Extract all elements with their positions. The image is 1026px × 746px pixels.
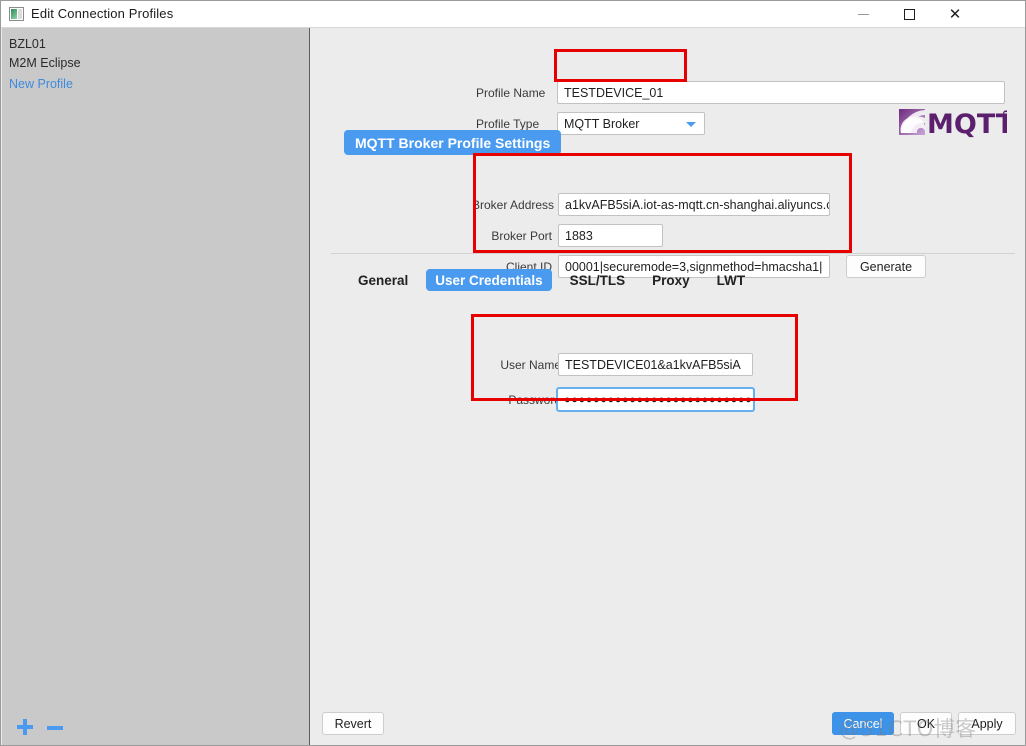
maximize-button[interactable]	[886, 1, 932, 27]
profile-type-select[interactable]: MQTT Broker	[557, 112, 705, 135]
plus-icon[interactable]	[16, 718, 34, 736]
broker-port-input[interactable]: 1883	[558, 224, 663, 247]
tab-ssl-tls[interactable]: SSL/TLS	[561, 269, 635, 291]
tab-user-credentials[interactable]: User Credentials	[426, 269, 552, 291]
password-label: Password	[508, 393, 561, 407]
section-divider	[331, 253, 1015, 254]
broker-address-label: Broker Address	[472, 198, 555, 212]
tab-lwt[interactable]: LWT	[708, 269, 755, 291]
tab-proxy[interactable]: Proxy	[643, 269, 699, 291]
window-title: Edit Connection Profiles	[31, 6, 174, 21]
revert-button[interactable]: Revert	[322, 712, 384, 735]
sidebar-item-bzl01[interactable]: BZL01	[9, 37, 46, 51]
profiles-sidebar: BZL01 M2M Eclipse New Profile	[2, 28, 310, 745]
tab-general[interactable]: General	[349, 269, 417, 291]
title-bar: Edit Connection Profiles ✕	[1, 1, 1025, 28]
sidebar-item-new-profile[interactable]: New Profile	[9, 77, 73, 91]
broker-address-input[interactable]: a1kvAFB5siA.iot-as-mqtt.cn-shanghai.aliy…	[558, 193, 830, 216]
svg-text:MQTT: MQTT	[927, 109, 1007, 138]
close-button[interactable]: ✕	[932, 1, 978, 27]
credentials-tabbar: General User Credentials SSL/TLS Proxy L…	[349, 269, 763, 291]
password-input[interactable]: ●●●●●●●●●●●●●●●●●●●●●●●●●●●●	[556, 387, 755, 412]
watermark: @51CTO博客	[839, 717, 977, 741]
broker-settings-header: MQTT Broker Profile Settings	[344, 130, 562, 155]
user-name-input[interactable]: TESTDEVICE01&a1kvAFB5siA	[558, 353, 753, 376]
mqtt-org-logo: MQTT ORG	[899, 106, 1015, 140]
profile-type-value: MQTT Broker	[564, 116, 640, 131]
minus-icon[interactable]	[47, 726, 63, 730]
chevron-down-icon	[686, 121, 696, 127]
svg-text:ORG: ORG	[1001, 110, 1007, 130]
generate-client-id-button[interactable]: Generate	[846, 255, 926, 278]
profile-editor-pane: Profile Name TESTDEVICE_01 Profile Type …	[311, 28, 1025, 745]
broker-port-label: Broker Port	[491, 229, 552, 243]
profile-type-label: Profile Type	[476, 117, 540, 131]
profile-name-label: Profile Name	[476, 86, 546, 100]
sidebar-item-m2m-eclipse[interactable]: M2M Eclipse	[9, 56, 81, 70]
window-image-icon	[9, 7, 24, 21]
profile-name-input[interactable]: TESTDEVICE_01	[557, 81, 1005, 104]
close-icon: ✕	[948, 5, 962, 23]
user-name-label: User Name	[500, 358, 561, 372]
maximize-icon	[903, 8, 915, 20]
edit-connection-profiles-window: Edit Connection Profiles ✕ BZL01 M2M Ecl…	[0, 0, 1026, 746]
minimize-button[interactable]	[840, 1, 886, 27]
minimize-icon	[857, 13, 869, 15]
sidebar-toolbar	[2, 709, 309, 745]
